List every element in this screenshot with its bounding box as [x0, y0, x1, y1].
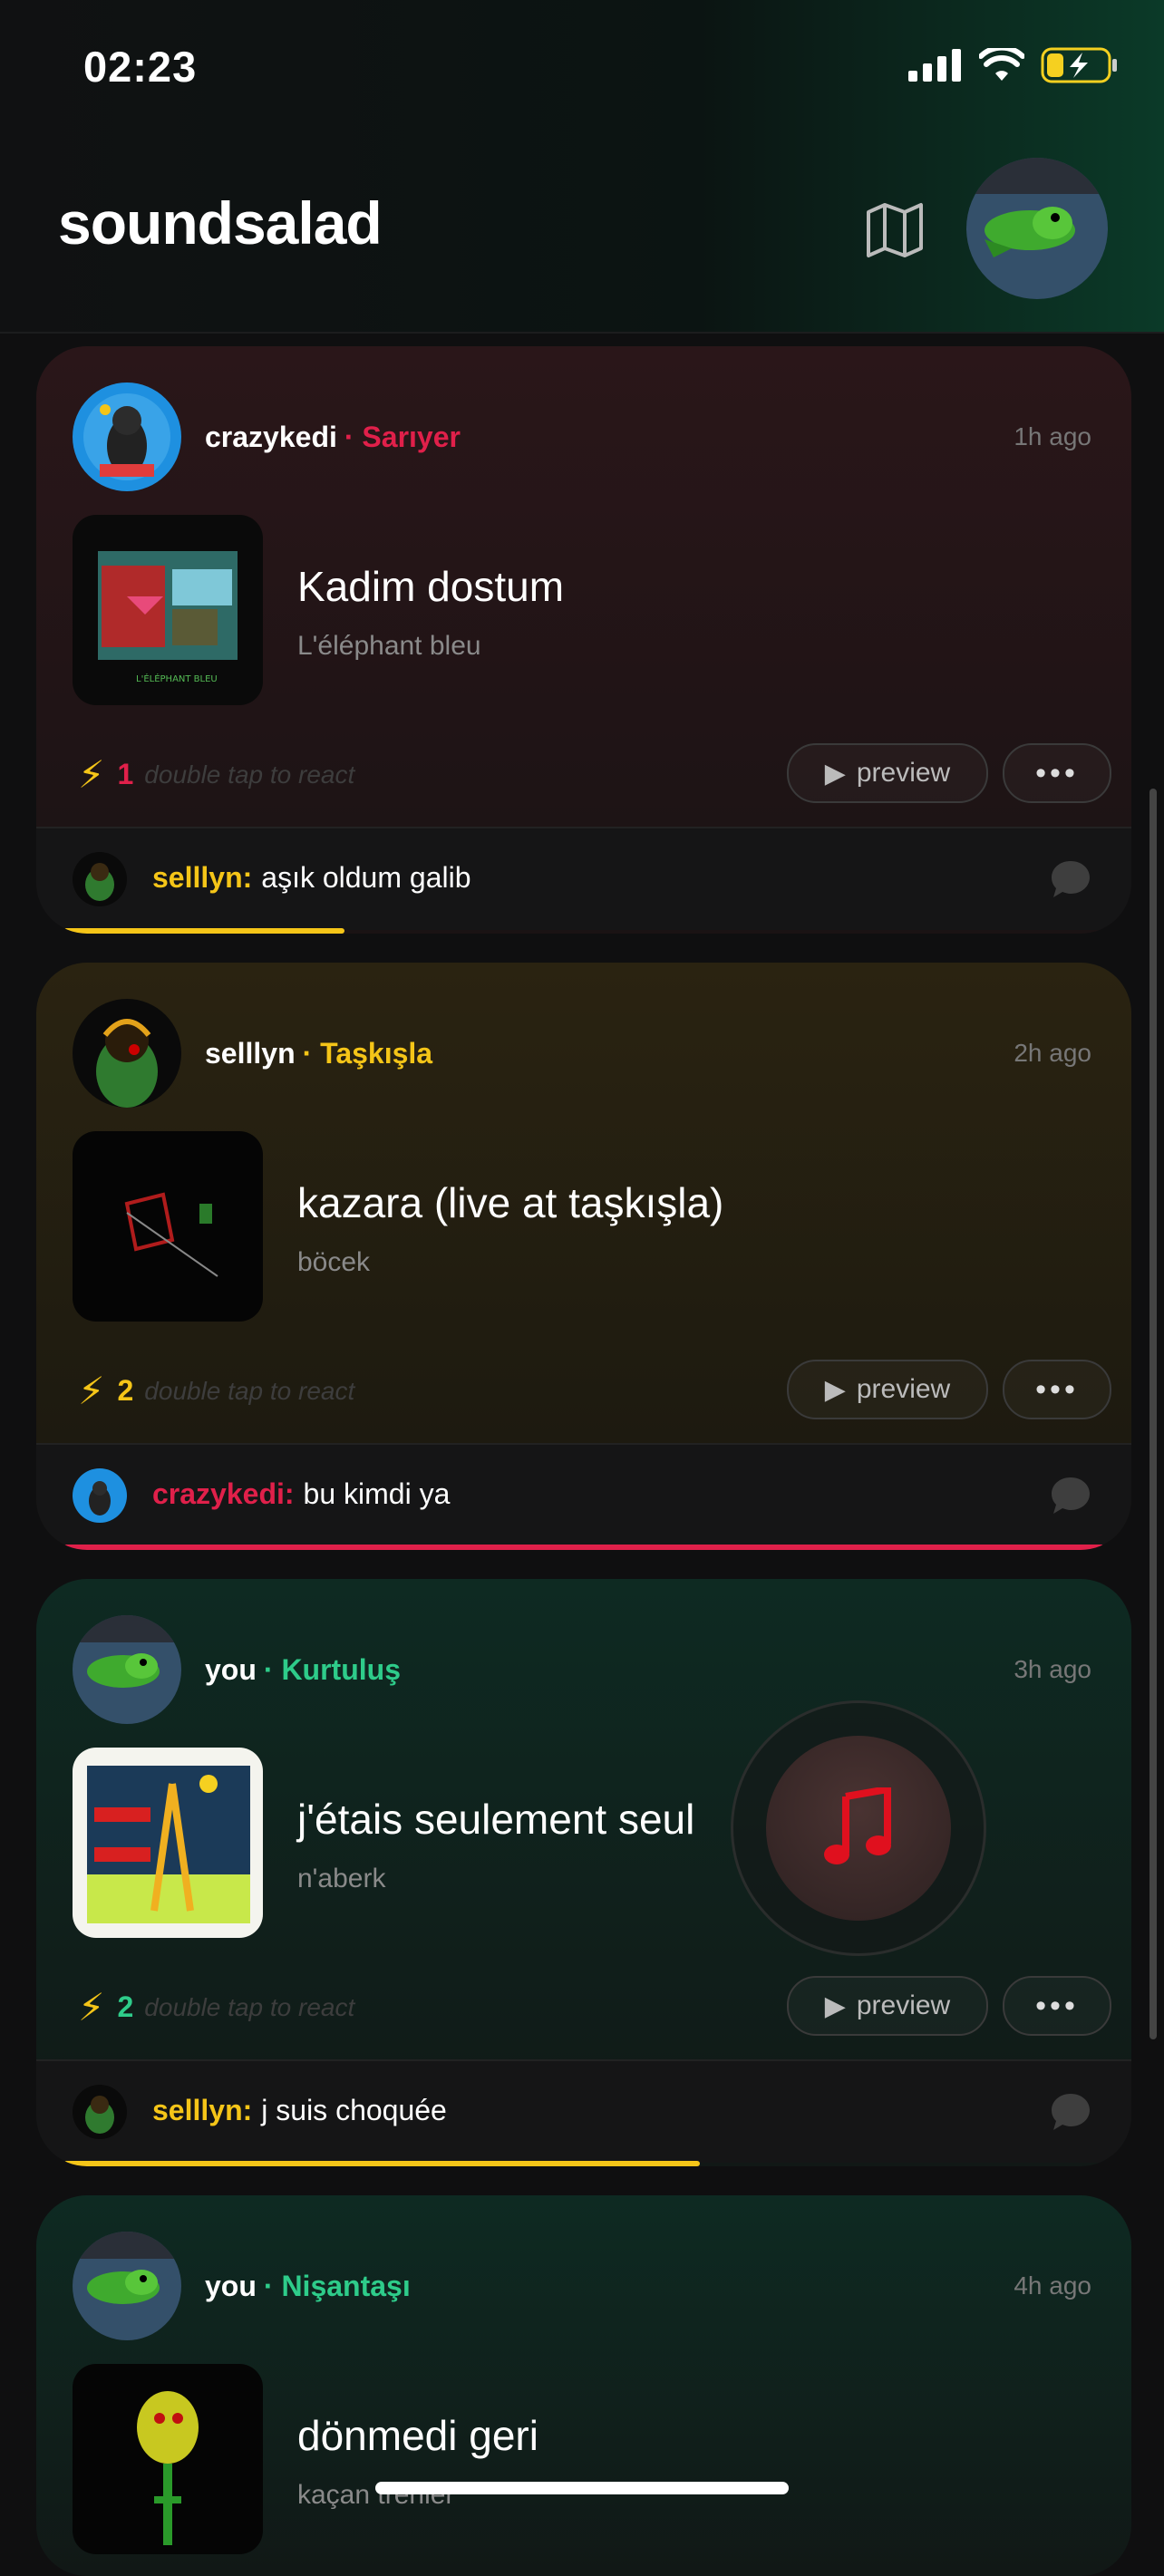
more-button[interactable]: •••: [1003, 1360, 1111, 1419]
progress-bar: [63, 1545, 1104, 1550]
reaction-row[interactable]: ⚡ 2 double tap to react: [78, 1985, 354, 2029]
avatar[interactable]: [73, 1615, 181, 1724]
comment-body: aşık oldum galib: [261, 861, 471, 894]
svg-text:L'ÉLÉPHANT BLEU: L'ÉLÉPHANT BLEU: [136, 673, 218, 684]
reaction-count: 2: [117, 1374, 134, 1407]
song-artist: böcek: [297, 1247, 371, 1277]
bolt-icon[interactable]: ⚡: [78, 1985, 105, 2029]
progress-bar: [63, 2161, 700, 2166]
avatar[interactable]: [73, 999, 181, 1108]
album-art[interactable]: [73, 1748, 263, 1938]
reaction-count: 2: [117, 1990, 134, 2023]
song-artist: L'éléphant bleu: [297, 631, 481, 661]
preview-button[interactable]: ▶ preview: [787, 1976, 988, 2036]
signal-icon: [908, 49, 961, 82]
comment-body: bu kimdi ya: [303, 1477, 451, 1510]
preview-button[interactable]: ▶ preview: [787, 1360, 988, 1419]
comment-body: j suis choquée: [261, 2094, 447, 2126]
comment-avatar[interactable]: [73, 852, 127, 906]
battery-charging-icon: [1041, 47, 1117, 83]
home-indicator[interactable]: [375, 2482, 789, 2494]
comment-username[interactable]: selllyn:: [152, 861, 252, 894]
reaction-count: 1: [117, 758, 134, 790]
now-playing-disc[interactable]: [766, 1736, 951, 1921]
reaction-row[interactable]: ⚡ 1 double tap to react: [78, 752, 354, 797]
profile-avatar[interactable]: [966, 158, 1108, 299]
comment-row[interactable]: selllyn: aşık oldum galib: [36, 827, 1131, 930]
bolt-icon[interactable]: ⚡: [78, 752, 105, 797]
status-icons: [908, 47, 1119, 83]
username[interactable]: you: [205, 1653, 257, 1686]
post-username[interactable]: crazykedi · Sarıyer: [205, 421, 461, 454]
play-icon: ▶: [824, 1374, 846, 1405]
comment-bubble-icon[interactable]: [1050, 1476, 1091, 1516]
avatar[interactable]: [73, 383, 181, 491]
map-icon[interactable]: [863, 198, 926, 261]
album-art[interactable]: [73, 2364, 263, 2554]
post-time: 2h ago: [1014, 1039, 1091, 1067]
comment-username[interactable]: selllyn:: [152, 2094, 252, 2126]
post-username[interactable]: you · Kurtuluş: [205, 1653, 401, 1687]
status-time: 02:23: [83, 43, 198, 91]
post-card[interactable]: crazykedi · Sarıyer 1h ago L'ÉLÉPHANT BLE…: [36, 346, 1131, 934]
ellipsis-icon: •••: [1035, 1371, 1079, 1407]
post-card[interactable]: you · Nişantaşı 4h ago dönmedi geri kaçan…: [36, 2195, 1131, 2576]
comment-bubble-icon[interactable]: [1050, 859, 1091, 899]
comment-text: selllyn: j suis choquée: [152, 2094, 447, 2127]
post-time: 1h ago: [1014, 422, 1091, 450]
preview-label: preview: [856, 758, 951, 788]
music-note-icon: [824, 1787, 891, 1864]
username[interactable]: selllyn: [205, 1037, 296, 1070]
now-playing-button[interactable]: [731, 1700, 986, 1956]
username[interactable]: crazykedi: [205, 421, 337, 453]
play-icon: ▶: [824, 1990, 846, 2021]
post-card[interactable]: selllyn · Taşkışla 2h ago kazara (live at…: [36, 963, 1131, 1550]
comment-row[interactable]: selllyn: j suis choquée: [36, 2059, 1131, 2163]
more-button[interactable]: •••: [1003, 743, 1111, 803]
wifi-icon: [979, 48, 1024, 81]
bolt-icon[interactable]: ⚡: [78, 1369, 105, 1413]
more-button[interactable]: •••: [1003, 1976, 1111, 2036]
song-title[interactable]: j'étais seulement seul: [297, 1795, 694, 1844]
comment-row[interactable]: crazykedi: bu kimdi ya: [36, 1443, 1131, 1546]
app-title: soundsalad: [58, 189, 383, 257]
scrollbar[interactable]: [1149, 789, 1157, 2039]
post-location: · Sarıyer: [344, 421, 461, 453]
song-artist: n'aberk: [297, 1864, 386, 1893]
ellipsis-icon: •••: [1035, 1988, 1079, 2023]
preview-label: preview: [856, 1374, 951, 1404]
avatar[interactable]: [73, 2232, 181, 2340]
post-time: 3h ago: [1014, 1655, 1091, 1683]
album-art[interactable]: [73, 1131, 263, 1322]
reaction-hint: double tap to react: [144, 1992, 355, 2021]
reaction-hint: double tap to react: [144, 760, 355, 789]
song-title[interactable]: dönmedi geri: [297, 2411, 538, 2460]
post-username[interactable]: selllyn · Taşkışla: [205, 1037, 432, 1070]
preview-button[interactable]: ▶ preview: [787, 743, 988, 803]
top-bar: 02:23 soundsalad: [0, 0, 1164, 334]
post-location: · Nişantaşı: [263, 2270, 411, 2302]
song-title[interactable]: kazara (live at taşkışla): [297, 1178, 723, 1227]
post-location: · Kurtuluş: [263, 1653, 401, 1686]
preview-label: preview: [856, 1990, 951, 2020]
play-icon: ▶: [824, 758, 846, 789]
comment-avatar[interactable]: [73, 2085, 127, 2139]
reaction-hint: double tap to react: [144, 1376, 355, 1405]
post-time: 4h ago: [1014, 2271, 1091, 2300]
album-art[interactable]: L'ÉLÉPHANT BLEU: [73, 515, 263, 705]
comment-username[interactable]: crazykedi:: [152, 1477, 295, 1510]
song-title[interactable]: Kadim dostum: [297, 562, 564, 611]
post-username[interactable]: you · Nişantaşı: [205, 2270, 411, 2303]
username[interactable]: you: [205, 2270, 257, 2302]
comment-bubble-icon[interactable]: [1050, 2092, 1091, 2132]
post-location: · Taşkışla: [302, 1037, 433, 1070]
comment-text: selllyn: aşık oldum galib: [152, 861, 471, 895]
progress-bar: [63, 928, 344, 934]
comment-text: crazykedi: bu kimdi ya: [152, 1477, 450, 1511]
ellipsis-icon: •••: [1035, 755, 1079, 790]
comment-avatar[interactable]: [73, 1468, 127, 1523]
reaction-row[interactable]: ⚡ 2 double tap to react: [78, 1369, 354, 1413]
